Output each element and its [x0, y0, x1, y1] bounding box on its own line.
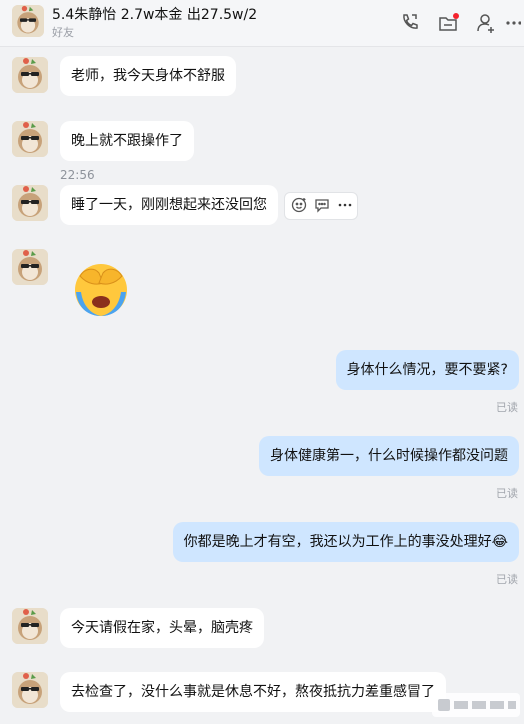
read-status: 已读 [496, 401, 518, 414]
sender-avatar[interactable] [12, 672, 48, 708]
message-bubble[interactable]: 去检查了，没什么事就是休息不好，熬夜抵抗力差重感冒了 [60, 672, 446, 712]
message-bubble[interactable]: 你都是晚上才有空，我还以为工作上的事没处理好😂 [172, 522, 519, 562]
folder-icon[interactable] [437, 12, 459, 34]
sender-avatar[interactable] [12, 57, 48, 93]
reply-icon[interactable] [313, 196, 331, 214]
chat-title: 5.4朱静怡 2.7w本金 出27.5w/2 [52, 7, 258, 23]
read-status: 已读 [496, 573, 518, 586]
message-bubble[interactable]: 睡了一天，刚刚想起来还没回您 [60, 185, 278, 225]
read-status: 已读 [496, 487, 518, 500]
phone-icon[interactable] [399, 12, 421, 34]
chat-header: 5.4朱静怡 2.7w本金 出27.5w/2 好友 [0, 0, 524, 47]
message-actions-bar [284, 192, 358, 220]
face-covering-crying-emoji[interactable] [72, 262, 130, 318]
message-bubble[interactable]: 晚上就不跟操作了 [60, 121, 194, 161]
contact-avatar[interactable] [12, 5, 44, 37]
message-bubble[interactable]: 老师，我今天身体不舒服 [60, 56, 236, 96]
more-icon[interactable] [505, 12, 524, 34]
more-actions-icon[interactable] [336, 196, 354, 214]
message-timestamp: 22:56 [60, 168, 95, 182]
contact-relation-label: 好友 [52, 26, 74, 39]
sender-avatar[interactable] [12, 608, 48, 644]
message-bubble[interactable]: 身体健康第一，什么时候操作都没问题 [259, 436, 519, 476]
sender-avatar[interactable] [12, 185, 48, 221]
emoji-reaction-icon[interactable] [290, 196, 308, 214]
message-bubble[interactable]: 身体什么情况，要不要紧? [335, 350, 519, 390]
sender-avatar[interactable] [12, 121, 48, 157]
sender-avatar[interactable] [12, 249, 48, 285]
message-bubble[interactable]: 今天请假在家，头晕，脑壳疼 [60, 608, 264, 648]
add-user-icon[interactable] [475, 12, 497, 34]
watermark-graphic [432, 690, 520, 720]
